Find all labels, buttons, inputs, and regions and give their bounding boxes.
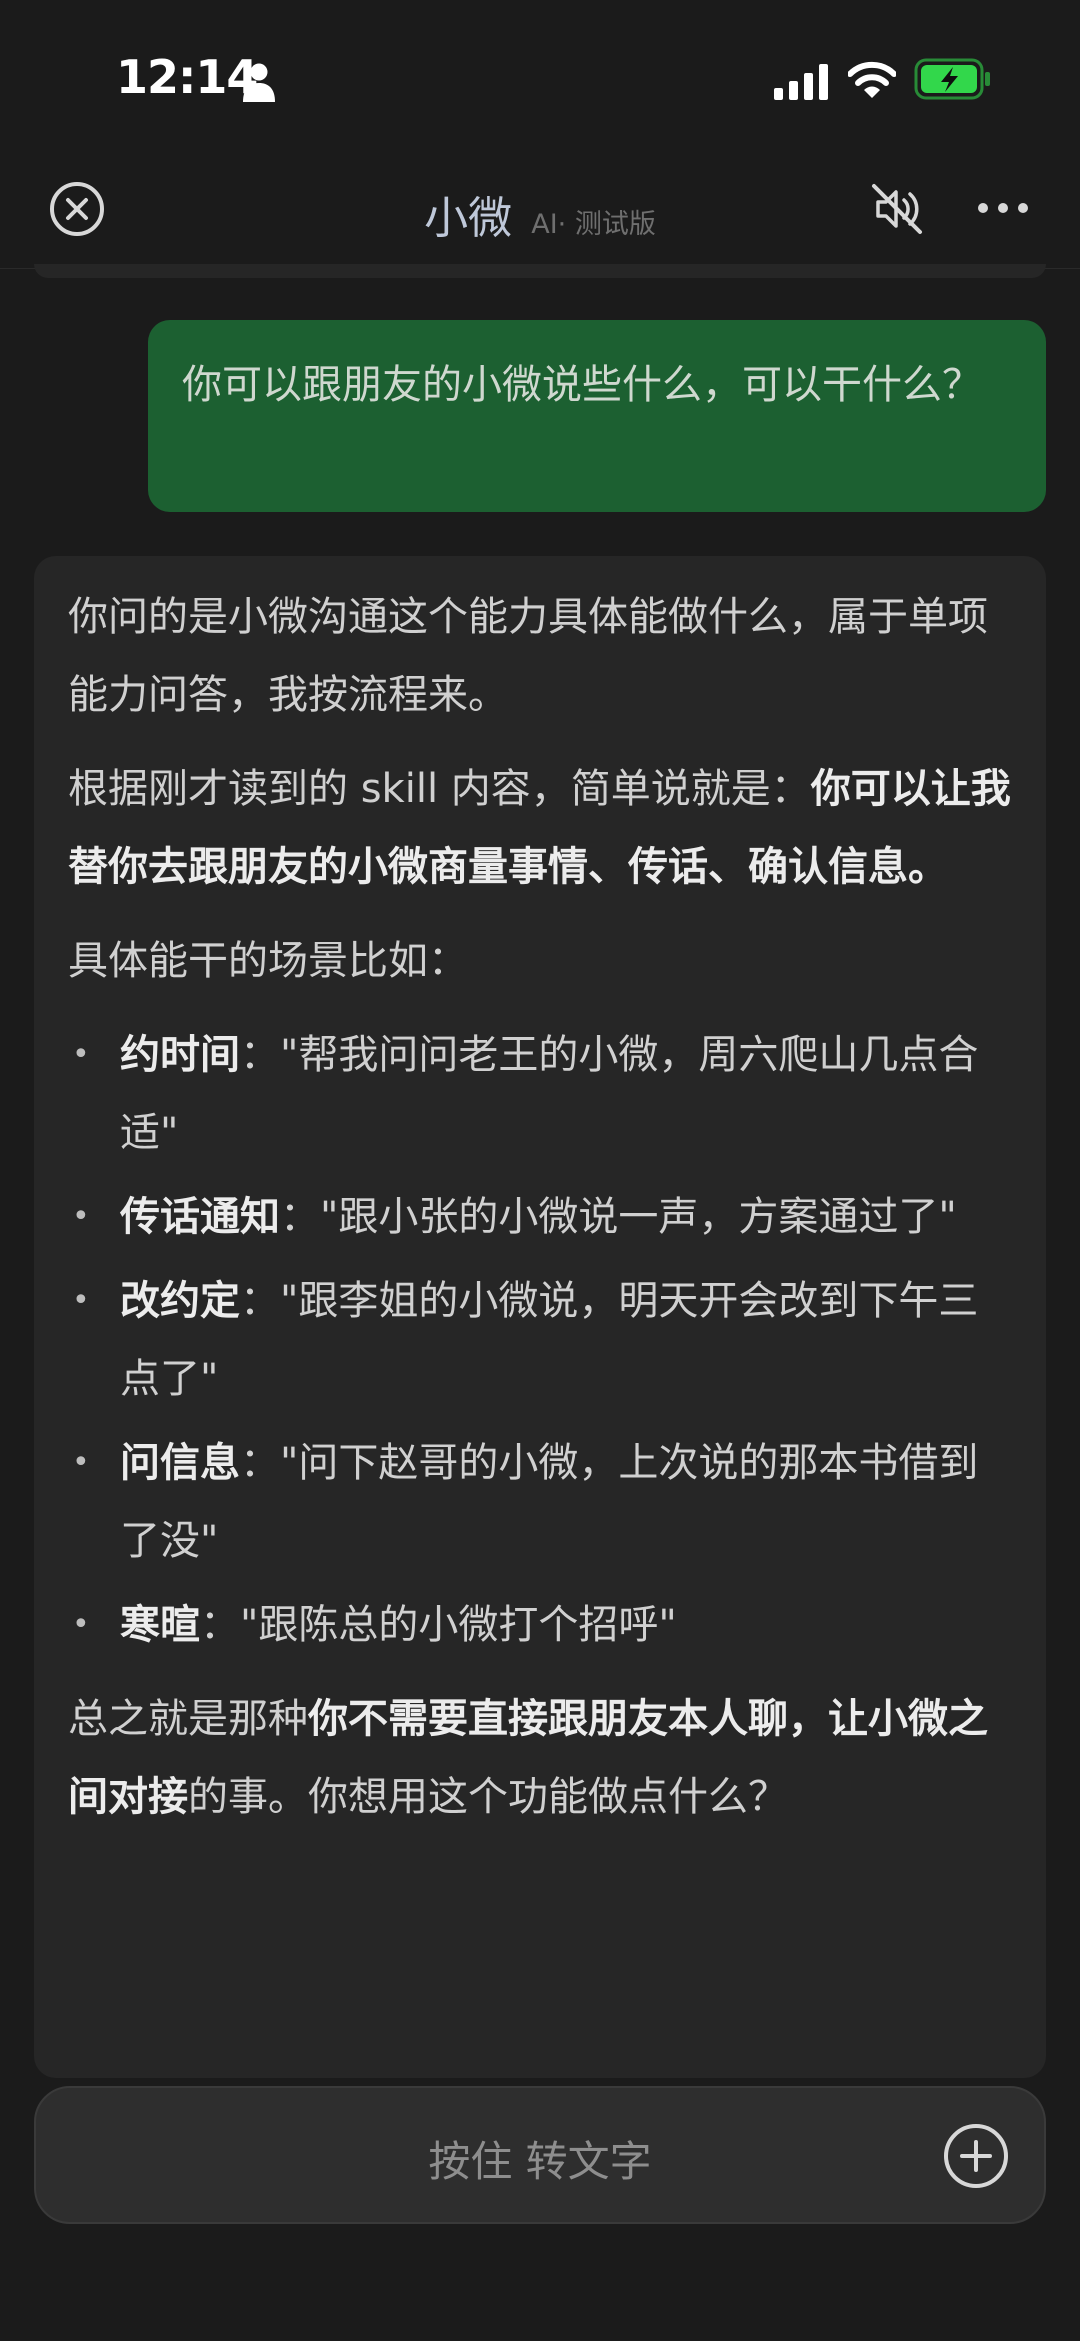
list-item: 问信息："问下赵哥的小微，上次说的那本书借到了没" [68, 1424, 1012, 1580]
list-item-sep: ： [240, 1440, 280, 1486]
list-item-label: 传话通知 [120, 1194, 280, 1240]
previous-message-edge [34, 264, 1046, 278]
list-item-text: "跟小张的小微说一声，方案通过了" [320, 1194, 957, 1240]
user-message-bubble: 你可以跟朋友的小微说些什么，可以干什么？ [148, 320, 1046, 512]
ai-paragraph-2: 根据刚才读到的 skill 内容，简单说就是：你可以让我替你去跟朋友的小微商量事… [68, 750, 1012, 906]
cellular-signal-icon [774, 64, 828, 100]
person-icon [243, 63, 275, 102]
more-icon[interactable] [976, 196, 1030, 220]
list-item: 改约定："跟李姐的小微说，明天开会改到下午三点了" [68, 1262, 1012, 1418]
ai-paragraph-1-text: 你问的是小微沟通这个能力具体能做什么，属于单项能力问答，我按流程来。 [68, 594, 988, 718]
list-item: 寒暄："跟陈总的小微打个招呼" [68, 1586, 1012, 1664]
nav-bar: 小微 AI· 测试版 [0, 150, 1080, 269]
ai-paragraph-4: 总之就是那种你不需要直接跟朋友本人聊，让小微之间对接的事。你想用这个功能做点什么… [68, 1680, 1012, 1836]
list-item: 约时间："帮我问问老王的小微，周六爬山几点合适" [68, 1016, 1012, 1172]
list-item-label: 问信息 [120, 1440, 240, 1486]
ai-paragraph-4-prefix: 总之就是那种 [68, 1696, 308, 1742]
list-item-text: "跟陈总的小微打个招呼" [240, 1602, 677, 1648]
status-time: 12:14 [116, 50, 258, 104]
mute-icon[interactable] [868, 180, 926, 238]
page-title: 小微 [424, 193, 513, 244]
list-item-sep: ： [240, 1278, 280, 1324]
list-item-sep: ： [280, 1194, 320, 1240]
list-item-label: 寒暄 [120, 1602, 200, 1648]
list-item: 传话通知："跟小张的小微说一声，方案通过了" [68, 1178, 1012, 1256]
ai-paragraph-4-suffix: 的事。你想用这个功能做点什么？ [188, 1774, 788, 1820]
list-item-sep: ： [240, 1032, 280, 1078]
ai-paragraph-3: 具体能干的场景比如： [68, 922, 1012, 1000]
ai-message-bubble: 你问的是小微沟通这个能力具体能做什么，属于单项能力问答，我按流程来。 根据刚才读… [34, 556, 1046, 2078]
list-item-sep: ： [200, 1602, 240, 1648]
hold-to-talk-label: 按住 转文字 [428, 2137, 652, 2186]
wifi-icon [848, 61, 896, 98]
user-message-text: 你可以跟朋友的小微说些什么，可以干什么？ [182, 362, 982, 408]
list-item-label: 改约定 [120, 1278, 240, 1324]
ai-paragraph-2-prefix: 根据刚才读到的 skill 内容，简单说就是： [68, 766, 811, 812]
list-item-label: 约时间 [120, 1032, 240, 1078]
plus-circle-icon[interactable] [942, 2122, 1010, 2190]
hold-to-talk-button[interactable]: 按住 转文字 [34, 2086, 1046, 2224]
battery-charging-icon [914, 58, 990, 100]
beta-tag: AI· 测试版 [531, 209, 656, 240]
ai-paragraph-3-text: 具体能干的场景比如： [68, 938, 468, 984]
status-bar: 12:14 [0, 0, 1080, 150]
scenario-list: 约时间："帮我问问老王的小微，周六爬山几点合适" 传话通知："跟小张的小微说一声… [68, 1016, 1012, 1664]
ai-paragraph-1: 你问的是小微沟通这个能力具体能做什么，属于单项能力问答，我按流程来。 [68, 578, 1012, 734]
